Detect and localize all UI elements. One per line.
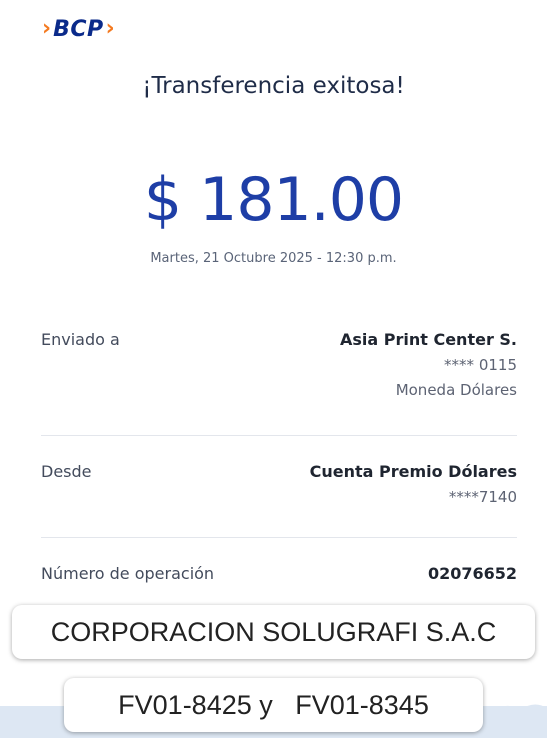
sent-to-details: Asia Print Center S. **** 0115 Moneda Dó… bbox=[340, 330, 517, 399]
page-title: ¡Transferencia exitosa! bbox=[142, 73, 405, 99]
source-account-number: ****7140 bbox=[448, 488, 517, 506]
brand-chevron-right-icon: › bbox=[105, 16, 115, 41]
divider bbox=[41, 435, 517, 436]
operation-details: 02076652 bbox=[428, 564, 517, 583]
company-name-label: CORPORACION SOLUGRAFI S.A.C bbox=[12, 605, 535, 659]
operation-number: 02076652 bbox=[427, 564, 517, 583]
recipient-account: **** 0115 bbox=[444, 356, 517, 374]
bcp-logo: › BCP › bbox=[42, 14, 115, 44]
brand-chevron-left-icon: › bbox=[42, 16, 52, 41]
transfer-amount: $ 181.00 bbox=[143, 165, 404, 235]
source-account-name: Cuenta Premio Dólares bbox=[309, 462, 517, 481]
invoice-numbers-label: FV01-8425 y FV01-8345 bbox=[64, 678, 483, 732]
from-details: Cuenta Premio Dólares ****7140 bbox=[310, 462, 517, 506]
transfer-datetime: Martes, 21 Octubre 2025 - 12:30 p.m. bbox=[150, 251, 397, 266]
brand-name: BCP bbox=[53, 16, 104, 42]
recipient-currency: Moneda Dólares bbox=[395, 381, 517, 399]
recipient-name: Asia Print Center S. bbox=[339, 330, 517, 349]
divider bbox=[41, 537, 517, 538]
sent-to-label: Enviado a bbox=[41, 330, 120, 349]
from-label: Desde bbox=[41, 462, 92, 481]
operation-label: Número de operación bbox=[41, 564, 215, 583]
